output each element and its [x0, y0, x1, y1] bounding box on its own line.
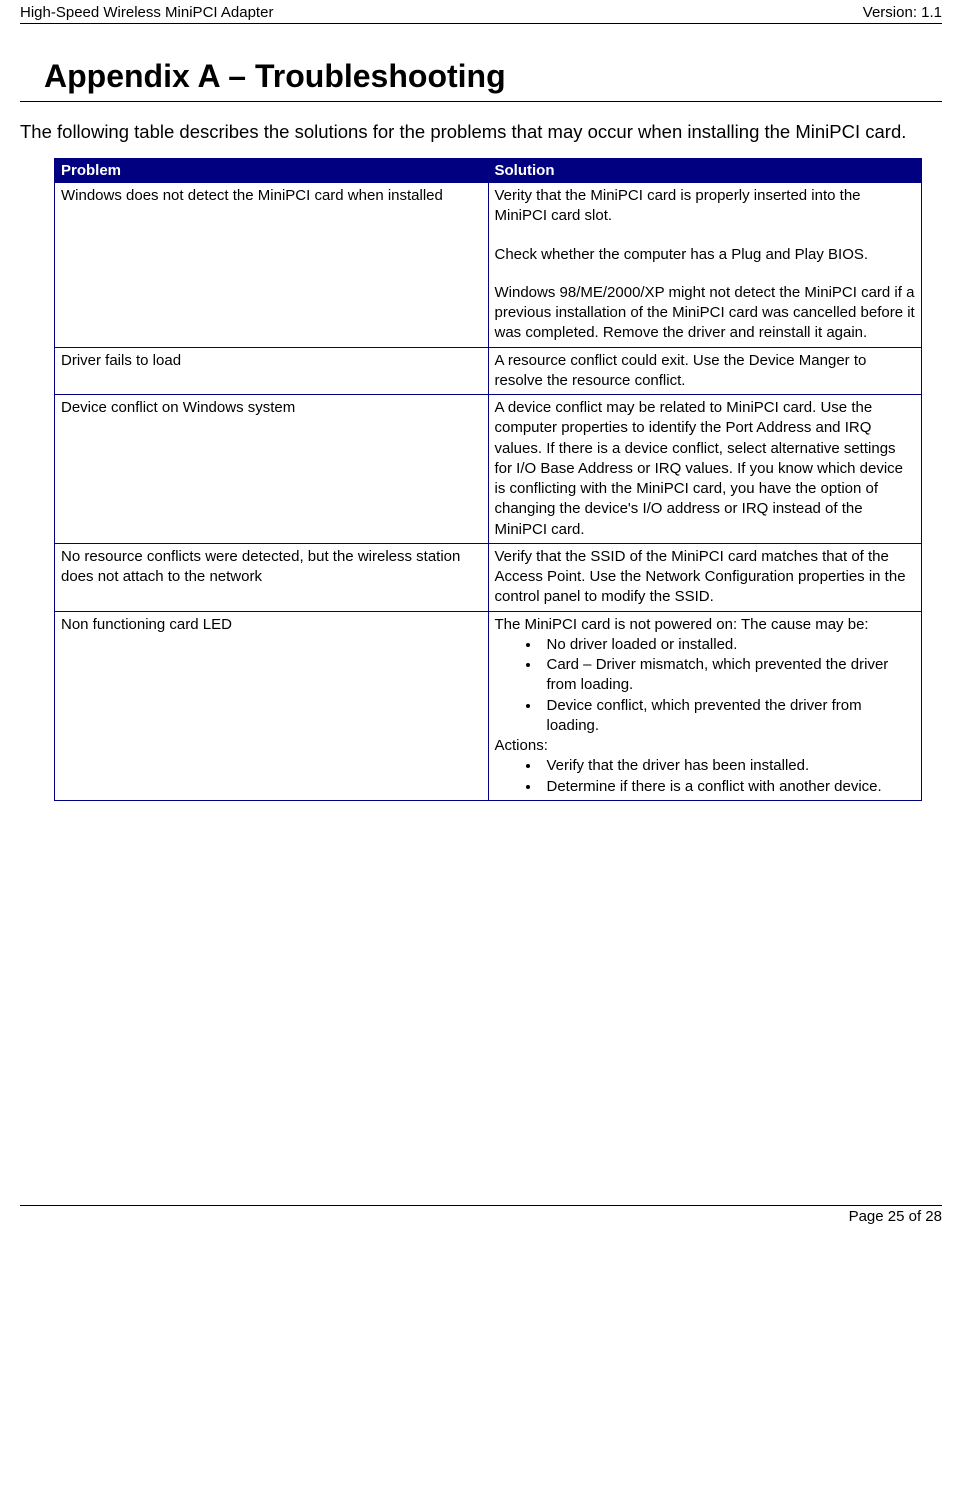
- list-item: Card – Driver mismatch, which prevented …: [541, 655, 916, 696]
- troubleshooting-table: Problem Solution Windows does not detect…: [54, 158, 922, 801]
- list-item: Determine if there is a conflict with an…: [541, 777, 916, 797]
- solution-cell: Verity that the MiniPCI card is properly…: [488, 183, 922, 348]
- solution-cell: A resource conflict could exit. Use the …: [488, 347, 922, 395]
- solution-cell: Verify that the SSID of the MiniPCI card…: [488, 543, 922, 611]
- table-row: Driver fails to load A resource conflict…: [55, 347, 922, 395]
- problem-cell: Driver fails to load: [55, 347, 489, 395]
- problem-cell: Device conflict on Windows system: [55, 395, 489, 544]
- list-item: Device conflict, which prevented the dri…: [541, 696, 916, 737]
- problem-cell: No resource conflicts were detected, but…: [55, 543, 489, 611]
- solution-text: The MiniPCI card is not powered on: The …: [495, 615, 916, 635]
- col-header-solution: Solution: [488, 159, 922, 183]
- solution-text: Check whether the computer has a Plug an…: [495, 245, 916, 265]
- intro-text: The following table describes the soluti…: [20, 120, 942, 144]
- list-item: No driver loaded or installed.: [541, 635, 916, 655]
- table-row: No resource conflicts were detected, but…: [55, 543, 922, 611]
- page-footer: Page 25 of 28: [20, 1205, 942, 1225]
- list-item: Verify that the driver has been installe…: [541, 756, 916, 776]
- col-header-problem: Problem: [55, 159, 489, 183]
- problem-cell: Windows does not detect the MiniPCI card…: [55, 183, 489, 348]
- table-row: Windows does not detect the MiniPCI card…: [55, 183, 922, 348]
- header-right: Version: 1.1: [863, 4, 942, 21]
- table-row: Non functioning card LED The MiniPCI car…: [55, 611, 922, 800]
- page-header: High-Speed Wireless MiniPCI Adapter Vers…: [20, 0, 942, 24]
- solution-text: Verity that the MiniPCI card is properly…: [495, 186, 916, 227]
- solution-text: Windows 98/ME/2000/XP might not detect t…: [495, 283, 916, 344]
- table-row: Device conflict on Windows system A devi…: [55, 395, 922, 544]
- solution-cell: The MiniPCI card is not powered on: The …: [488, 611, 922, 800]
- solution-cell: A device conflict may be related to Mini…: [488, 395, 922, 544]
- page-title: Appendix A – Troubleshooting: [44, 58, 942, 95]
- actions-label: Actions:: [495, 736, 916, 756]
- header-left: High-Speed Wireless MiniPCI Adapter: [20, 4, 273, 21]
- problem-cell: Non functioning card LED: [55, 611, 489, 800]
